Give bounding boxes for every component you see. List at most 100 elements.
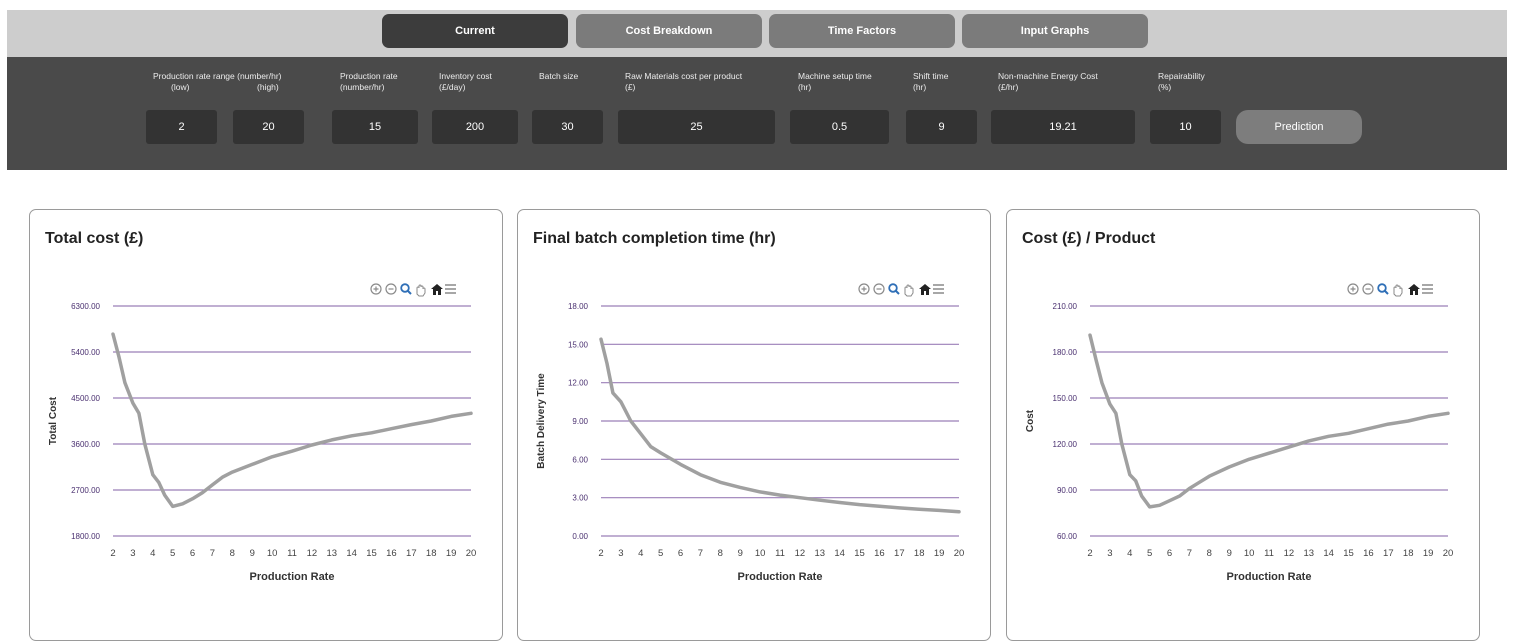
x-tick-label: 17 [894, 548, 905, 559]
inventory-cost-field[interactable]: 200 [432, 110, 518, 144]
zoom-in-icon[interactable] [370, 283, 382, 295]
tab-cost-breakdown[interactable]: Cost Breakdown [576, 14, 762, 48]
input-panel: Production rate range (number/hr) (low) … [7, 57, 1507, 170]
tab-bar: Current Cost Breakdown Time Factors Inpu… [7, 10, 1507, 57]
series-line [599, 337, 961, 514]
zoom-in-icon[interactable] [858, 283, 870, 295]
x-tick-label: 12 [795, 548, 806, 559]
y-tick-label: 15.00 [568, 340, 589, 349]
energy-cost-field[interactable]: 19.21 [991, 110, 1135, 144]
x-tick-label: 8 [230, 548, 235, 559]
reset-home-icon[interactable] [1408, 284, 1420, 295]
x-tick-label: 15 [854, 548, 865, 559]
x-tick-label: 19 [446, 548, 457, 559]
x-tick-label: 6 [1167, 548, 1172, 559]
selection-zoom-icon[interactable] [400, 283, 412, 295]
tab-input-graphs[interactable]: Input Graphs [962, 14, 1148, 48]
reset-home-icon[interactable] [919, 284, 931, 295]
y-tick-label: 180.00 [1053, 348, 1078, 357]
y-axis-title: Total Cost [48, 396, 59, 445]
menu-icon[interactable] [1422, 284, 1433, 294]
selection-zoom-icon[interactable] [1377, 283, 1389, 295]
batch-size-field[interactable]: 30 [532, 110, 603, 144]
label-energy-cost: Non-machine Energy Cost (£/hr) [998, 71, 1098, 92]
x-tick-label: 20 [954, 548, 965, 559]
x-tick-label: 9 [250, 548, 255, 559]
x-tick-label: 18 [914, 548, 925, 559]
x-tick-label: 19 [1423, 548, 1434, 559]
tab-time-factors[interactable]: Time Factors [769, 14, 955, 48]
x-tick-label: 8 [1207, 548, 1212, 559]
label-machine-setup-time: Machine setup time (hr) [798, 71, 872, 92]
x-tick-label: 11 [287, 548, 297, 559]
label-batch-size: Batch size [539, 71, 579, 81]
x-tick-label: 16 [386, 548, 397, 559]
prediction-button[interactable]: Prediction [1236, 110, 1362, 144]
zoom-out-icon[interactable] [873, 283, 885, 295]
x-tick-label: 18 [1403, 548, 1414, 559]
label-production-rate: Production rate (number/hr) [340, 71, 398, 92]
x-axis-title: Production Rate [250, 571, 335, 583]
total-cost-card: Total cost (£) 1800.00 2700.00 3600.00 4500… [29, 209, 503, 641]
x-tick-label: 3 [618, 548, 623, 559]
x-tick-label: 13 [1303, 548, 1314, 559]
x-tick-label: 15 [366, 548, 377, 559]
x-tick-label: 17 [406, 548, 417, 559]
y-tick-label: 120.00 [1053, 440, 1078, 449]
x-tick-label: 17 [1383, 548, 1394, 559]
menu-icon[interactable] [445, 284, 456, 294]
label-production-rate-range: Production rate range (number/hr) (low) … [153, 71, 282, 92]
x-tick-label: 20 [1443, 548, 1454, 559]
x-tick-label: 12 [1284, 548, 1295, 559]
x-tick-label: 12 [307, 548, 318, 559]
y-tick-label: 2700.00 [71, 486, 100, 495]
x-tick-label: 5 [1147, 548, 1152, 559]
tab-current[interactable]: Current [382, 14, 568, 48]
y-tick-label: 3.00 [572, 494, 588, 503]
y-axis-title: Cost [1025, 409, 1036, 432]
x-tick-label: 20 [466, 548, 477, 559]
zoom-out-icon[interactable] [1362, 283, 1374, 295]
production-rate-field[interactable]: 15 [332, 110, 418, 144]
x-tick-label: 3 [1107, 548, 1112, 559]
chart-toolbar [858, 283, 944, 297]
selection-zoom-icon[interactable] [888, 283, 900, 295]
x-tick-label: 10 [755, 548, 766, 559]
x-tick-label: 11 [775, 548, 785, 559]
x-tick-label: 15 [1343, 548, 1354, 559]
y-tick-label: 4500.00 [71, 394, 100, 403]
x-axis-title: Production Rate [738, 571, 823, 583]
shift-time-field[interactable]: 9 [906, 110, 977, 144]
x-tick-label: 14 [346, 548, 357, 559]
x-tick-label: 14 [834, 548, 845, 559]
reset-home-icon[interactable] [431, 284, 443, 295]
production-rate-low-field[interactable]: 2 [146, 110, 217, 144]
x-tick-label: 7 [698, 548, 703, 559]
y-tick-label: 9.00 [572, 417, 588, 426]
pan-icon[interactable] [904, 284, 914, 297]
x-tick-label: 7 [210, 548, 215, 559]
raw-materials-cost-field[interactable]: 25 [618, 110, 775, 144]
y-tick-label: 0.00 [572, 532, 588, 541]
x-tick-label: 2 [110, 548, 115, 559]
series-line [1088, 333, 1450, 509]
x-tick-label: 3 [130, 548, 135, 559]
zoom-in-icon[interactable] [1347, 283, 1359, 295]
menu-icon[interactable] [933, 284, 944, 294]
x-tick-label: 2 [1087, 548, 1092, 559]
x-tick-label: 13 [814, 548, 825, 559]
zoom-out-icon[interactable] [385, 283, 397, 295]
x-tick-label: 8 [718, 548, 723, 559]
pan-icon[interactable] [1393, 284, 1403, 297]
pan-icon[interactable] [416, 284, 426, 297]
label-repairability: Repairability (%) [1158, 71, 1205, 92]
y-tick-label: 6.00 [572, 455, 588, 464]
production-rate-high-field[interactable]: 20 [233, 110, 304, 144]
y-tick-label: 6300.00 [71, 302, 100, 311]
y-tick-label: 12.00 [568, 379, 589, 388]
repairability-field[interactable]: 10 [1150, 110, 1221, 144]
x-tick-label: 11 [1264, 548, 1274, 559]
label-inventory-cost: Inventory cost (£/day) [439, 71, 492, 92]
x-tick-label: 7 [1187, 548, 1192, 559]
machine-setup-time-field[interactable]: 0.5 [790, 110, 889, 144]
